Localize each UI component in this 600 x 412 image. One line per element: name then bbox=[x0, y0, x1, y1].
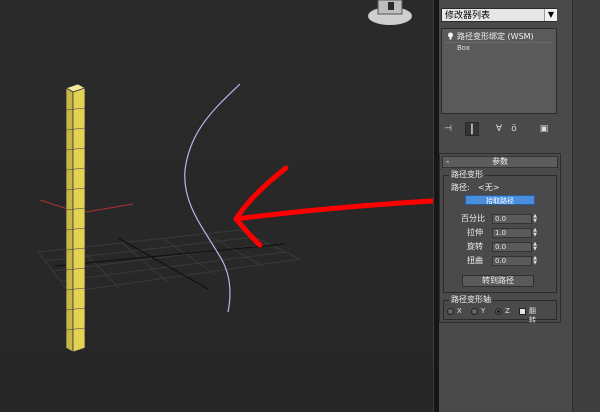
stretch-field[interactable]: 1.0 bbox=[492, 228, 532, 238]
path-spline bbox=[184, 83, 241, 313]
grid-axes bbox=[54, 237, 286, 290]
path-value: <无> bbox=[478, 183, 500, 192]
spinner-arrows-icon[interactable]: ▲ ▼ bbox=[532, 228, 538, 238]
viewport-scene bbox=[37, 0, 433, 353]
path-deform-axis-title: 路径变形轴 bbox=[449, 295, 493, 305]
perspective-viewport[interactable] bbox=[0, 0, 433, 412]
box-column bbox=[65, 83, 86, 353]
parameters-rollout: - 参数 路径变形 路径: <无> 拾取路径 百分比 0.0 ▲ ▼ 拉伸 1.0… bbox=[439, 153, 561, 324]
stack-item-pathdeform[interactable]: 路径变形绑定 (WSM) bbox=[445, 31, 553, 42]
pick-path-button[interactable]: 拾取路径 bbox=[465, 195, 535, 205]
collapse-icon[interactable]: - bbox=[446, 157, 449, 167]
twist-field[interactable]: 0.0 bbox=[492, 256, 532, 266]
percent-field[interactable]: 0.0 bbox=[492, 214, 532, 224]
twist-spinner[interactable]: 0.0 ▲ ▼ bbox=[492, 256, 539, 266]
flip-checkbox[interactable] bbox=[519, 308, 526, 315]
path-label: 路径: bbox=[451, 183, 470, 192]
modifier-stack[interactable]: 路径变形绑定 (WSM) Box bbox=[441, 28, 557, 114]
remove-modifier-icon[interactable]: ö bbox=[507, 122, 521, 136]
stack-toolbar: ⊣ ┃ ∀ ö ▣ bbox=[441, 122, 559, 136]
panel-scroll-edge[interactable] bbox=[572, 0, 600, 412]
make-unique-icon[interactable]: ∀ bbox=[492, 122, 506, 136]
show-end-result-icon[interactable]: ┃ bbox=[465, 122, 479, 136]
stack-item-label: Box bbox=[457, 44, 471, 52]
rotation-label: 旋转 bbox=[467, 242, 483, 251]
axis-x-label: X bbox=[457, 307, 462, 315]
stack-item-label: 路径变形绑定 (WSM) bbox=[457, 32, 534, 41]
axis-y-label: Y bbox=[481, 307, 486, 315]
move-to-path-button[interactable]: 转到路径 bbox=[462, 275, 534, 287]
path-deform-title: 路径变形 bbox=[449, 170, 485, 180]
scene-object-top bbox=[368, 0, 412, 25]
stretch-label: 拉伸 bbox=[467, 228, 483, 237]
path-deform-group: 路径变形 路径: <无> 拾取路径 百分比 0.0 ▲ ▼ 拉伸 1.0 ▲ ▼ 旋… bbox=[443, 170, 557, 293]
axis-x-radio[interactable] bbox=[447, 308, 454, 315]
spinner-arrows-icon[interactable]: ▲ ▼ bbox=[532, 256, 538, 266]
percent-spinner[interactable]: 0.0 ▲ ▼ bbox=[492, 214, 539, 224]
parameters-title: 参数 bbox=[492, 157, 508, 166]
lightbulb-icon[interactable] bbox=[447, 32, 454, 40]
modifier-list-label: 修改器列表 bbox=[445, 11, 491, 21]
axis-z-radio[interactable] bbox=[495, 308, 502, 315]
rotation-field[interactable]: 0.0 bbox=[492, 242, 532, 252]
percent-label: 百分比 bbox=[461, 214, 485, 223]
spinner-arrows-icon[interactable]: ▲ ▼ bbox=[532, 214, 538, 224]
path-deform-axis-group: 路径变形轴 X Y Z 翻转 bbox=[443, 295, 557, 324]
parameters-header[interactable]: - 参数 bbox=[442, 156, 558, 168]
spinner-arrows-icon[interactable]: ▲ ▼ bbox=[532, 242, 538, 252]
twist-label: 扭曲 bbox=[467, 256, 483, 265]
pin-stack-icon[interactable]: ⊣ bbox=[441, 122, 455, 136]
modifier-list-dropdown[interactable]: 修改器列表 bbox=[441, 8, 557, 22]
annotation-arrow bbox=[233, 165, 433, 248]
command-panel-modify: 修改器列表 ▼ 路径变形绑定 (WSM) Box ⊣ ┃ ∀ ö ▣ - 参数 … bbox=[439, 0, 572, 412]
configure-sets-icon[interactable]: ▣ bbox=[537, 122, 551, 136]
axis-gizmo bbox=[39, 199, 134, 214]
flip-label: 翻转 bbox=[529, 307, 536, 324]
stack-item-box[interactable]: Box bbox=[445, 42, 553, 52]
axis-z-label: Z bbox=[505, 307, 510, 315]
chevron-down-icon[interactable]: ▼ bbox=[544, 9, 557, 21]
axis-y-radio[interactable] bbox=[471, 308, 478, 315]
stretch-spinner[interactable]: 1.0 ▲ ▼ bbox=[492, 228, 539, 238]
rotation-spinner[interactable]: 0.0 ▲ ▼ bbox=[492, 242, 539, 252]
